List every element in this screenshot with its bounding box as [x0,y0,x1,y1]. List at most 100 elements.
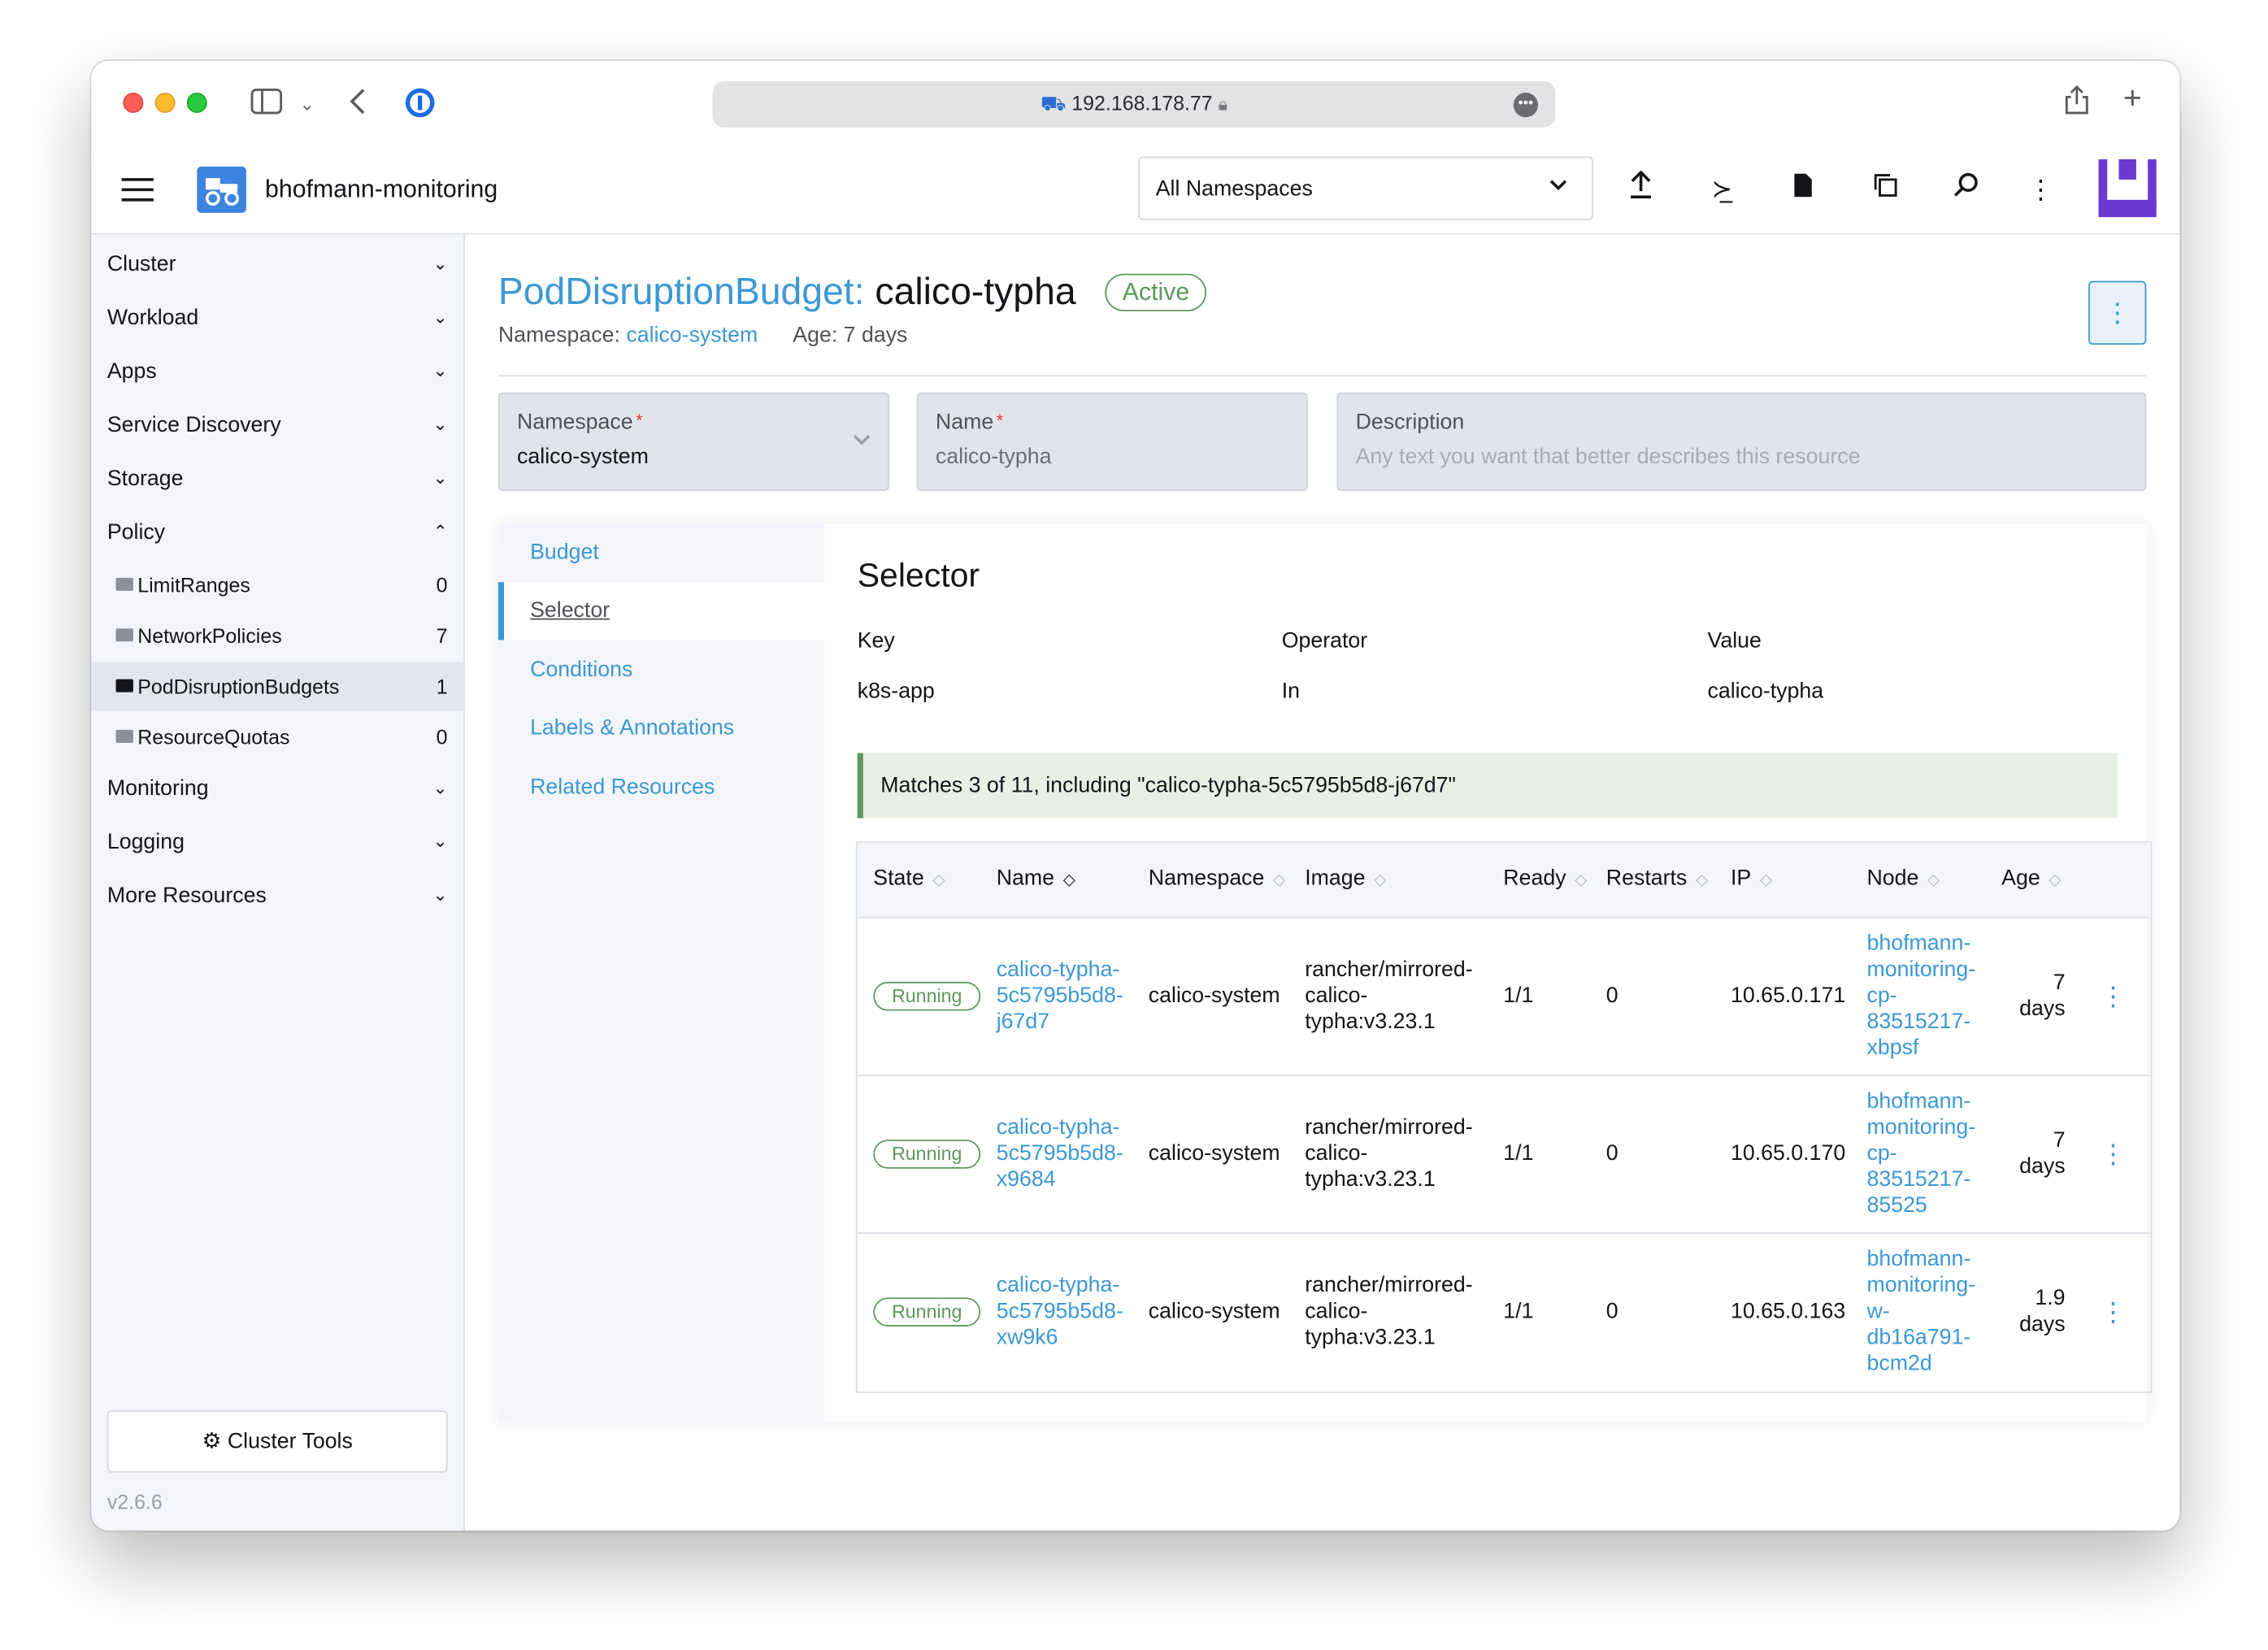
namespace-selector[interactable]: All Namespaces [1138,156,1593,220]
pod-name-link[interactable]: calico-typha- 5c5795b5d8- x9684 [997,1115,1123,1193]
selector-key: k8s-app [857,679,935,704]
user-avatar[interactable] [2098,158,2157,218]
pod-image: rancher/mirrored-calico-typha:v3.23.1 [1305,1114,1473,1192]
column-header-node[interactable]: Node ◇ [1866,866,1940,890]
column-header-ready[interactable]: Ready ◇ [1503,866,1587,890]
match-banner: Matches 3 of 11, including "calico-typha… [857,753,2118,818]
row-actions-icon[interactable]: ⋮ [2100,1140,2126,1170]
column-header-restarts[interactable]: Restarts ◇ [1606,866,1708,890]
browser-window: ⌄ ⛟ 192.168.178.77 🔒︎ ••• + bhofmann-mon… [91,60,2180,1531]
status-badge: Active [1105,273,1207,312]
nav-group-workload[interactable]: Workload ⌄ [91,294,465,344]
pod-restarts: 0 [1605,1299,1618,1324]
cluster-logo-icon[interactable] [197,166,246,213]
description-field[interactable]: Description Any text you want that bette… [1336,392,2147,491]
pod-node-link[interactable]: bhofmann-monitoring-w-db16a791- bcm2d [1866,1247,1975,1377]
tab-related-resources[interactable]: Related Resources [498,759,824,817]
selector-operator: In [1281,679,1301,704]
chevron-down-icon: ⌄ [432,253,448,274]
nav-group-service-discovery[interactable]: Service Discovery ⌄ [91,402,465,451]
share-icon[interactable] [2064,84,2090,121]
nav-group-logging[interactable]: Logging ⌄ [91,818,465,868]
menu-icon[interactable] [121,178,154,202]
key-header: Key [857,628,895,653]
more-vertical-icon[interactable]: ⋮ [2022,171,2059,208]
sidebar-item-count: 7 [436,623,448,648]
zoom-window-button[interactable] [186,93,207,113]
sidebar: Cluster ⌄ Workload ⌄ Apps ⌄ Service Disc… [91,234,465,1531]
tab-label: Selector [530,597,610,623]
url-bar[interactable]: ⛟ 192.168.178.77 🔒︎ ••• [712,80,1556,128]
column-header-age[interactable]: Age ◇ [2001,866,2061,890]
column-header-namespace[interactable]: Namespace ◇ [1149,866,1285,890]
namespace-meta-label: Namespace: [497,323,620,348]
sidebar-item-limitranges[interactable]: LimitRanges 0 [91,560,465,610]
sidebar-item-resourcequotas[interactable]: ResourceQuotas 0 [91,713,465,762]
column-header-name[interactable]: Name ◇ [997,866,1075,890]
row-actions-icon[interactable]: ⋮ [2100,1297,2126,1327]
back-icon[interactable] [349,87,366,122]
password-manager-icon[interactable] [404,87,436,124]
pod-node-link[interactable]: bhofmann-monitoring-cp- 83515217- 85525 [1866,1089,1975,1219]
tab-label: Budget [530,540,599,565]
row-actions-icon[interactable]: ⋮ [2100,982,2126,1012]
table-header: State ◇ Name ◇ Namespace ◇ Image ◇ Ready ◇ Re… [857,842,2151,918]
copy-config-icon[interactable] [1866,171,1904,208]
tab-list: Budget Selector Conditions Labels & Anno… [497,523,824,1422]
tab-budget[interactable]: Budget [498,524,824,582]
age-meta: Age: 7 days [793,323,908,348]
namespace-link[interactable]: calico-system [626,323,758,347]
main-content: PodDisruptionBudget: calico-typha Active… [466,234,2180,1531]
chevron-down-icon[interactable]: ⌄ [300,89,315,119]
terminal-icon[interactable]: ≻̲ [1703,171,1740,208]
column-header-image[interactable]: Image ◇ [1305,866,1386,890]
nav-group-more-resources[interactable]: More Resources ⌄ [91,872,465,922]
pod-ip: 10.65.0.163 [1731,1299,1846,1324]
file-icon[interactable] [1784,171,1822,208]
cluster-tools-button[interactable]: ⚙ Cluster Tools [106,1410,448,1473]
description-placeholder: Any text you want that better describes … [1355,444,1861,470]
sidebar-item-label: LimitRanges [137,573,250,597]
column-header-state[interactable]: State ◇ [873,866,945,890]
gear-icon: ⚙ [202,1429,222,1454]
chevron-down-icon [1549,174,1569,198]
nav-group-apps[interactable]: Apps ⌄ [91,348,465,397]
chevron-down-icon: ⌄ [432,777,448,798]
sidebar-item-poddisruptionbudgets[interactable]: PodDisruptionBudgets 1 [91,662,465,711]
sidebar-item-networkpolicies[interactable]: NetworkPolicies 7 [91,611,465,661]
nav-group-cluster[interactable]: Cluster ⌄ [91,241,465,290]
sidebar-toggle-icon[interactable] [250,89,283,120]
tab-selector[interactable]: Selector [497,582,824,640]
name-field[interactable]: Name * calico-typha [916,392,1308,491]
pod-node-link[interactable]: bhofmann-monitoring-cp- 83515217- xbpsf [1866,931,1975,1062]
nav-group-monitoring[interactable]: Monitoring ⌄ [91,765,465,814]
new-tab-icon[interactable]: + [2123,82,2142,114]
pod-name-link[interactable]: calico-typha- 5c5795b5d8- j67d7 [997,957,1123,1036]
pod-age: 7 days [2019,970,2066,1022]
actions-menu-button[interactable]: ⋮ [2088,280,2147,345]
close-window-button[interactable] [123,93,144,113]
tab-conditions[interactable]: Conditions [498,641,824,699]
selector-tab-content: Selector Key Operator Value k8s-app In c… [823,523,2153,1422]
nav-group-policy[interactable]: Policy ⌃ [91,508,465,558]
nav-group-storage[interactable]: Storage ⌄ [91,454,465,504]
cluster-name[interactable]: bhofmann-monitoring [265,176,497,205]
pods-table: State ◇ Name ◇ Namespace ◇ Image ◇ Ready ◇ Re… [855,841,2153,1393]
sort-icon: ◇ [1927,871,1940,889]
pod-name-link[interactable]: calico-typha- 5c5795b5d8- xw9k6 [997,1273,1123,1351]
more-icon[interactable]: ••• [1513,93,1539,118]
sidebar-item-count: 0 [436,725,448,749]
minimize-window-button[interactable] [154,93,176,113]
tab-label: Related Resources [530,775,715,800]
sidebar-item-count: 0 [436,573,448,597]
upload-icon[interactable] [1622,170,1659,208]
folder-open-icon [115,679,133,693]
resource-kind-link[interactable]: PodDisruptionBudget: [498,269,865,312]
divider [497,375,2147,377]
resource-name: calico-typha [875,269,1076,313]
tab-labels-annotations[interactable]: Labels & Annotations [498,700,824,758]
search-icon[interactable] [1948,171,1985,208]
nav-group-label: Logging [106,829,185,855]
namespace-field[interactable]: Namespace * calico-system [497,392,889,491]
column-header-ip[interactable]: IP ◇ [1731,866,1772,890]
